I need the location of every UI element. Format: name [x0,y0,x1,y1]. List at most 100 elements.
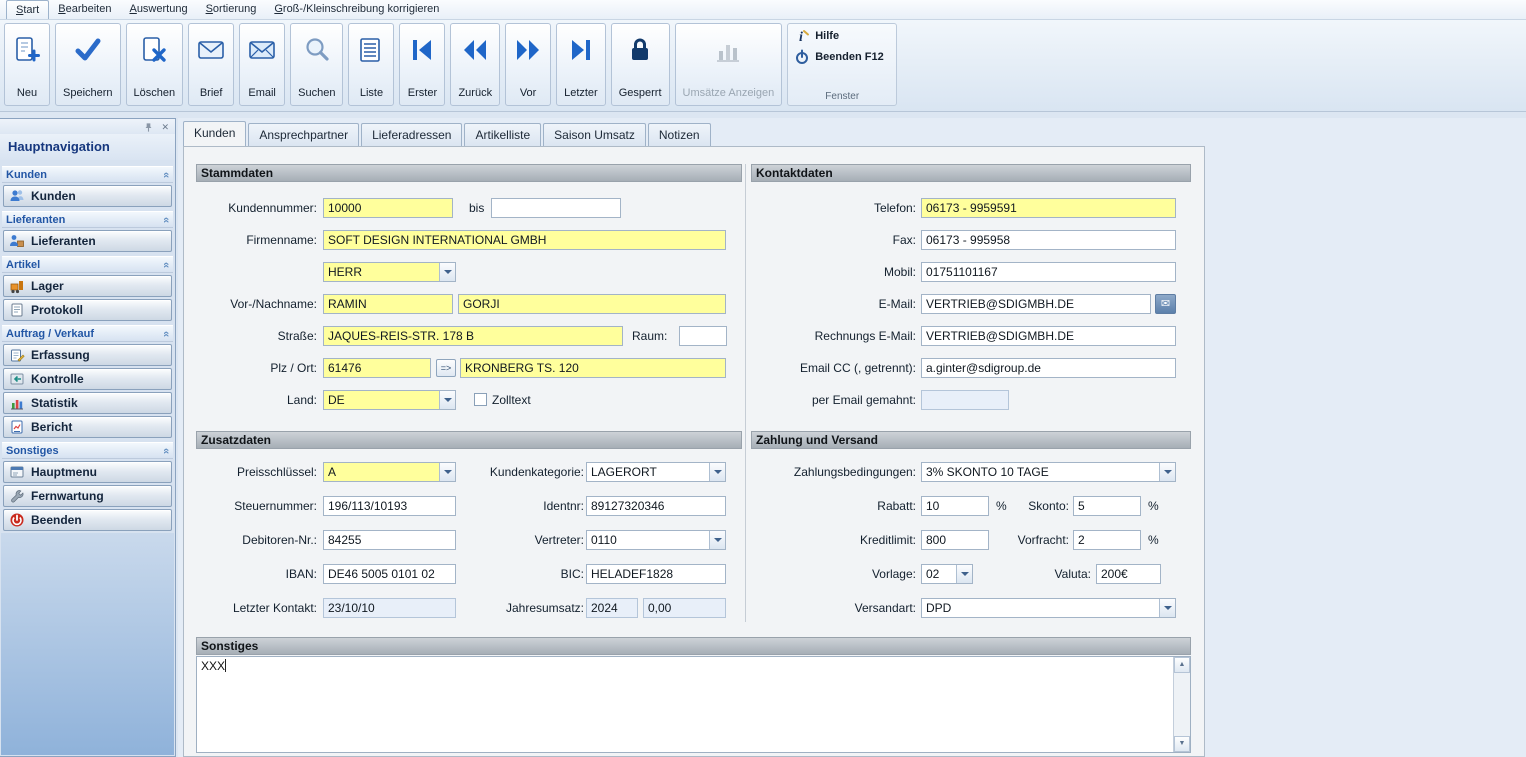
toolbar-button-liste[interactable]: Liste [348,23,394,106]
valuta-label: Valuta: [1011,567,1091,581]
row-vorlage-valuta: Vorlage: 02 Valuta: [184,564,1204,586]
kreditlimit-label: Kreditlimit: [751,533,916,547]
valuta-input[interactable] [1096,564,1161,584]
zahlungsbedingungen-select[interactable]: 3% SKONTO 10 TAGE [921,462,1176,482]
toolbar-button-brief[interactable]: Brief [188,23,234,106]
sidebar-item-lager[interactable]: Lager [3,275,172,297]
sidebar-group-header-kunden[interactable]: Kunden« [2,166,173,183]
menu-item-start[interactable]: Start [6,0,49,19]
scroll-down-icon[interactable]: ▼ [1174,736,1190,752]
skonto-unit: % [1148,499,1159,513]
sidebar-item-kontrolle[interactable]: Kontrolle [3,368,172,390]
sidebar-item-fernwartung[interactable]: Fernwartung [3,485,172,507]
protocol-icon [9,302,25,318]
toolbar-button-l-schen[interactable]: Löschen [126,23,184,106]
sidebar-item-kunden[interactable]: Kunden [3,185,172,207]
email-input[interactable] [921,294,1151,314]
toolbar-button-speichern[interactable]: Speichern [55,23,121,106]
rabatt-input[interactable] [921,496,989,516]
toolbar-button-vor[interactable]: Vor [505,23,551,106]
dropdown-arrow-icon[interactable] [1159,599,1175,617]
memo-scrollbar[interactable]: ▲ ▼ [1173,657,1190,752]
sidebar-item-hauptmenu[interactable]: Hauptmenu [3,461,172,483]
toolbar-button-label: Brief [200,87,223,99]
per-email-gemahnt-input[interactable] [921,390,1009,410]
sonstiges-textarea[interactable]: XXX ▲ ▼ [196,656,1191,753]
vorfracht-input[interactable] [1073,530,1141,550]
window-group-item-hilfe[interactable]: iHilfe [788,24,896,45]
tab-artikelliste[interactable]: Artikelliste [464,123,541,146]
dropdown-arrow-icon[interactable] [956,565,972,583]
toolbar-button-letzter[interactable]: Letzter [556,23,606,106]
toolbar-button-email[interactable]: Email [239,23,285,106]
pin-icon[interactable] [143,122,154,133]
collapse-chevron-icon[interactable]: « [160,261,172,267]
sidebar-item-label: Erfassung [31,348,90,362]
last-record-icon [566,32,596,68]
vorlage-select[interactable]: 02 [921,564,973,584]
toolbar-button-erster[interactable]: Erster [399,23,445,106]
toolbar-button-gesperrt[interactable]: Gesperrt [611,23,670,106]
telefon-input[interactable] [921,198,1176,218]
row-email: E-Mail: ✉ [184,294,1204,316]
versandart-label: Versandart: [751,601,916,615]
collapse-chevron-icon[interactable]: « [160,216,172,222]
sidebar-item-lieferanten[interactable]: Lieferanten [3,230,172,252]
vorfracht-label: Vorfracht: [989,533,1069,547]
collapse-chevron-icon[interactable]: « [160,447,172,453]
sidebar-item-erfassung[interactable]: Erfassung [3,344,172,366]
mobil-input[interactable] [921,262,1176,282]
rechnungs-email-input[interactable] [921,326,1176,346]
help-icon: i [794,28,810,44]
close-icon[interactable]: ✕ [161,122,169,132]
tab-saison-umsatz[interactable]: Saison Umsatz [543,123,646,146]
menu-item-bearbeiten[interactable]: Bearbeiten [49,0,120,19]
menu-item-auswertung[interactable]: Auswertung [120,0,196,19]
toolbar-button-neu[interactable]: Neu [4,23,50,106]
sidebar-group-header-artikel[interactable]: Artikel« [2,256,173,273]
toolbar-button-zur-ck[interactable]: Zurück [450,23,500,106]
rabatt-label: Rabatt: [751,499,916,513]
sidebar-item-beenden[interactable]: Beenden [3,509,172,531]
sidebar-item-statistik[interactable]: Statistik [3,392,172,414]
letter-icon [196,32,226,68]
window-group-item-beenden-f12[interactable]: Beenden F12 [788,45,896,66]
collapse-chevron-icon[interactable]: « [160,171,172,177]
dropdown-arrow-icon[interactable] [1159,463,1175,481]
row-zahlungsbedingungen: Zahlungsbedingungen: 3% SKONTO 10 TAGE [184,462,1204,484]
tab-notizen[interactable]: Notizen [648,123,711,146]
sidebar-group-title: Kunden [6,169,163,181]
sidebar-item-label: Lieferanten [31,234,96,248]
sidebar-item-protokoll[interactable]: Protokoll [3,299,172,321]
tab-lieferadressen[interactable]: Lieferadressen [361,123,462,146]
collapse-chevron-icon[interactable]: « [160,330,172,336]
email-icon [247,32,277,68]
main-menu-icon [9,464,25,480]
skonto-input[interactable] [1073,496,1141,516]
send-email-button[interactable]: ✉ [1155,294,1176,314]
sidebar-item-bericht[interactable]: Bericht [3,416,172,438]
scroll-up-icon[interactable]: ▲ [1174,657,1190,673]
telefon-label: Telefon: [751,201,916,215]
toolbar-button-label: Gesperrt [619,87,662,99]
new-document-icon [12,32,42,68]
sidebar-group-header-auftrag-verkauf[interactable]: Auftrag / Verkauf« [2,325,173,342]
toolbar-button-suchen[interactable]: Suchen [290,23,343,106]
sidebar-group-header-sonstiges[interactable]: Sonstiges« [2,442,173,459]
report-icon [9,419,25,435]
tab-kunden[interactable]: Kunden [183,121,246,146]
sidebar-filler [1,533,174,755]
versandart-select[interactable]: DPD [921,598,1176,618]
versandart-value: DPD [922,599,1159,617]
sidebar-group-header-lieferanten[interactable]: Lieferanten« [2,211,173,228]
menu-item-gro-kleinschreibung-korrigieren[interactable]: Groß-/Kleinschreibung korrigieren [265,0,448,19]
sidebar-item-label: Beenden [31,513,82,527]
email-cc-input[interactable] [921,358,1176,378]
tab-ansprechpartner[interactable]: Ansprechpartner [248,123,359,146]
sonstiges-text-area-inner[interactable]: XXX [197,657,1173,752]
row-gemahnt: per Email gemahnt: [184,390,1204,412]
menu-item-sortierung[interactable]: Sortierung [197,0,266,19]
fax-input[interactable] [921,230,1176,250]
toolbar-button-label: Umsätze Anzeigen [683,87,775,99]
kreditlimit-input[interactable] [921,530,989,550]
